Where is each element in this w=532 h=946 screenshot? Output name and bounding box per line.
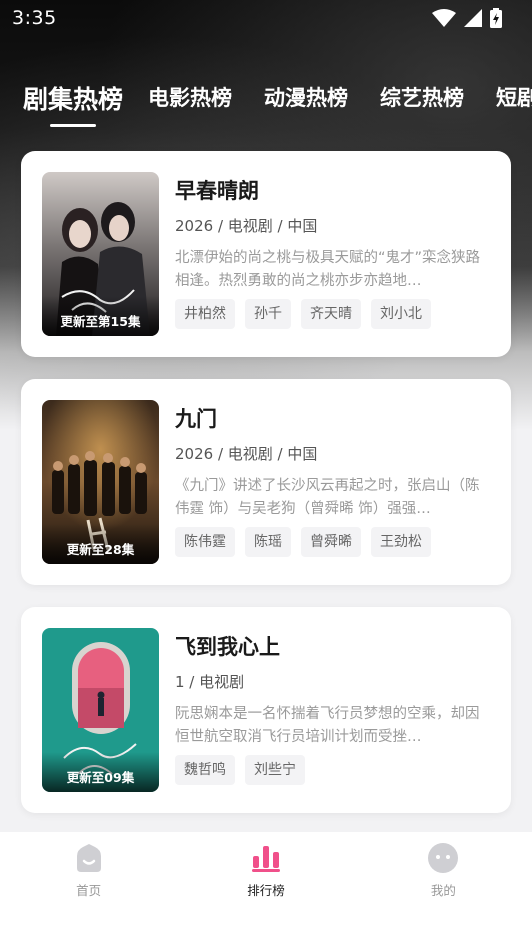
episode-badge: 更新至09集 bbox=[42, 752, 159, 792]
cast-tag[interactable]: 刘小北 bbox=[371, 299, 431, 329]
ranking-list: 更新至第15集 早春晴朗 2026 / 电视剧 / 中国 北漂伊始的尚之桃与极具… bbox=[21, 151, 511, 835]
signal-icon bbox=[464, 9, 482, 27]
drama-card[interactable]: 更新至09集 飞到我心上 1 / 电视剧 阮思娴本是一名怀揣着飞行员梦想的空乘，… bbox=[21, 607, 511, 813]
drama-title[interactable]: 飞到我心上 bbox=[175, 631, 491, 661]
episode-badge: 更新至28集 bbox=[42, 524, 159, 564]
cast-tag[interactable]: 刘些宁 bbox=[245, 755, 305, 785]
tab-movie-ranking[interactable]: 电影热榜 bbox=[148, 72, 232, 112]
bottom-navigation: 首页 排行榜 我的 bbox=[0, 832, 532, 946]
cast-tag[interactable]: 井柏然 bbox=[175, 299, 235, 329]
cast-tag[interactable]: 曾舜晞 bbox=[301, 527, 361, 557]
cast-tags: 陈伟霆 陈瑶 曾舜晞 王劲松 bbox=[175, 527, 491, 557]
nav-label: 首页 bbox=[76, 883, 102, 898]
tab-drama-ranking[interactable]: 剧集热榜 bbox=[23, 72, 124, 127]
cast-tag[interactable]: 齐天晴 bbox=[301, 299, 361, 329]
drama-title[interactable]: 九门 bbox=[175, 403, 491, 433]
card-info: 飞到我心上 1 / 电视剧 阮思娴本是一名怀揣着飞行员梦想的空乘，却因恒世航空取… bbox=[175, 628, 491, 813]
category-tabs: 剧集热榜 电影热榜 动漫热榜 综艺热榜 短剧 bbox=[0, 72, 532, 132]
drama-card[interactable]: 更新至28集 九门 2026 / 电视剧 / 中国 《九门》讲述了长沙风云再起之… bbox=[21, 379, 511, 585]
nav-home[interactable]: 首页 bbox=[0, 832, 177, 946]
tab-variety-ranking[interactable]: 综艺热榜 bbox=[380, 72, 464, 112]
tab-label: 电影热榜 bbox=[148, 86, 233, 110]
cast-tags: 魏哲鸣 刘些宁 bbox=[175, 755, 491, 785]
tab-short-drama-ranking[interactable]: 短剧 bbox=[496, 72, 532, 112]
drama-meta: 2026 / 电视剧 / 中国 bbox=[175, 217, 318, 235]
card-info: 早春晴朗 2026 / 电视剧 / 中国 北漂伊始的尚之桃与极具天赋的“鬼才”栾… bbox=[175, 172, 491, 357]
status-icons bbox=[432, 8, 502, 28]
cast-tag[interactable]: 魏哲鸣 bbox=[175, 755, 235, 785]
tab-label: 综艺热榜 bbox=[380, 86, 465, 110]
nav-label: 我的 bbox=[430, 883, 456, 898]
cast-tag[interactable]: 王劲松 bbox=[371, 527, 431, 557]
drama-card[interactable]: 更新至第15集 早春晴朗 2026 / 电视剧 / 中国 北漂伊始的尚之桃与极具… bbox=[21, 151, 511, 357]
drama-meta: 2026 / 电视剧 / 中国 bbox=[175, 445, 318, 463]
drama-description: 《九门》讲述了长沙风云再起之时，张启山（陈伟霆 饰）与吴老狗（曾舜晞 饰）强强… bbox=[175, 478, 480, 517]
status-time: 3:35 bbox=[12, 7, 57, 29]
poster: 更新至28集 bbox=[42, 400, 159, 564]
drama-title[interactable]: 早春晴朗 bbox=[175, 175, 491, 205]
cast-tags: 井柏然 孙千 齐天晴 刘小北 bbox=[175, 299, 491, 329]
battery-icon bbox=[490, 8, 502, 28]
tab-anime-ranking[interactable]: 动漫热榜 bbox=[264, 72, 348, 112]
nav-ranking[interactable]: 排行榜 bbox=[177, 832, 354, 946]
tab-label: 剧集热榜 bbox=[23, 85, 124, 114]
cast-tag[interactable]: 陈伟霆 bbox=[175, 527, 235, 557]
active-tab-indicator bbox=[50, 124, 96, 127]
tab-label: 动漫热榜 bbox=[264, 86, 349, 110]
nav-profile[interactable]: 我的 bbox=[355, 832, 532, 946]
poster: 更新至第15集 bbox=[42, 172, 159, 336]
tab-label: 短剧 bbox=[496, 86, 532, 110]
ranking-icon bbox=[250, 842, 282, 874]
profile-icon bbox=[427, 842, 459, 874]
wifi-icon bbox=[432, 9, 456, 27]
card-info: 九门 2026 / 电视剧 / 中国 《九门》讲述了长沙风云再起之时，张启山（陈… bbox=[175, 400, 491, 585]
drama-description: 北漂伊始的尚之桃与极具天赋的“鬼才”栾念狭路相逢。热烈勇敢的尚之桃亦步亦趋地… bbox=[175, 250, 481, 289]
episode-badge: 更新至第15集 bbox=[42, 296, 159, 336]
poster: 更新至09集 bbox=[42, 628, 159, 792]
drama-description: 阮思娴本是一名怀揣着飞行员梦想的空乘，却因恒世航空取消飞行员培训计划而受挫… bbox=[175, 706, 480, 745]
status-bar: 3:35 bbox=[0, 0, 532, 36]
drama-meta: 1 / 电视剧 bbox=[175, 673, 245, 691]
nav-label: 排行榜 bbox=[247, 883, 285, 898]
cast-tag[interactable]: 陈瑶 bbox=[245, 527, 291, 557]
home-icon bbox=[73, 842, 105, 874]
cast-tag[interactable]: 孙千 bbox=[245, 299, 291, 329]
